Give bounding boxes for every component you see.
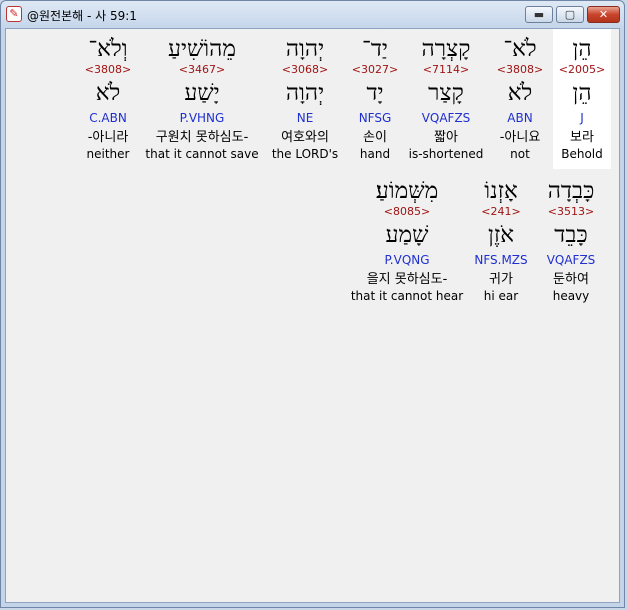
strong-number[interactable]: <3808> (78, 63, 138, 77)
parse-code: VQAFZS (546, 253, 596, 267)
word-cell-1[interactable]: הֵן <2005> הֵן J 보라 Behold (553, 29, 611, 169)
english-gloss: that it cannot save (145, 147, 259, 161)
hebrew-word: קָצְרָה (421, 36, 471, 62)
word-cell-6[interactable]: מֵהוֹשִׁיעַ <3467> יָשַׁע P.VHNG 구원치 못하심… (141, 29, 263, 169)
english-gloss: the LORD's (271, 147, 339, 161)
hebrew-lemma: קָצַר (428, 80, 464, 106)
hebrew-word: יַד־ (362, 36, 388, 62)
korean-gloss: 구원치 못하심도- (155, 130, 249, 145)
korean-gloss: -아니라 (87, 130, 129, 145)
english-gloss: heavy (552, 289, 590, 303)
strong-number[interactable]: <3068> (268, 63, 342, 77)
hebrew-word: כָּבְדָה (547, 178, 595, 204)
korean-gloss: 보라 (570, 130, 594, 145)
korean-gloss: 손이 (363, 130, 387, 145)
hebrew-word: וְלֹא־ (88, 36, 128, 62)
hebrew-word: לֹא־ (503, 36, 537, 62)
minimize-button[interactable]: ▬ (525, 6, 553, 23)
parse-code: P.VQNG (384, 253, 430, 267)
close-button[interactable]: ✕ (587, 6, 620, 23)
hebrew-lemma: יָד (366, 80, 384, 106)
word-cell-10[interactable]: מִשְּׁמוֹעַ׃ <8085> שָׁמַע P.VQNG 을지 못하심… (350, 171, 464, 311)
hebrew-word: אָזְנוֹ (484, 178, 518, 204)
hebrew-lemma: יָשַׁע (184, 80, 220, 106)
word-cell-2[interactable]: לֹא־ <3808> לֹא ABN -아니요 not (490, 29, 550, 169)
hebrew-lemma: אֹזֶן (487, 222, 515, 248)
hebrew-lemma: לֹא (507, 80, 533, 106)
hebrew-word: יְהוָה (285, 36, 325, 62)
english-gloss: hi ear (483, 289, 519, 303)
parse-code: NFS.MZS (474, 253, 528, 267)
interlinear-panel: הֵן <2005> הֵן J 보라 Behold לֹא־ <3808> ל… (5, 28, 620, 603)
window-title: @원전본해 - 사 59:1 (27, 9, 137, 23)
english-gloss: not (510, 147, 530, 161)
hebrew-lemma: כָּבֵד (554, 222, 588, 248)
strong-number[interactable]: <3808> (490, 63, 550, 77)
hebrew-word: מֵהוֹשִׁיעַ (167, 36, 237, 62)
strong-number[interactable]: <8085> (350, 205, 464, 219)
word-cell-4[interactable]: יַד־ <3027> יָד NFSG 손이 hand (349, 29, 401, 169)
parse-code: C.ABN (89, 111, 127, 125)
maximize-button[interactable]: ▢ (556, 6, 584, 23)
strong-number[interactable]: <241> (468, 205, 534, 219)
korean-gloss: 귀가 (489, 272, 513, 287)
title-bar[interactable]: ✎ @원전본해 - 사 59:1 ▬ ▢ ✕ (1, 1, 624, 28)
parse-code: P.VHNG (179, 111, 225, 125)
word-cell-7[interactable]: וְלֹא־ <3808> לֹא C.ABN -아니라 neither (78, 29, 138, 169)
hebrew-word: הֵן (572, 36, 592, 62)
english-gloss: hand (359, 147, 391, 161)
english-gloss: that it cannot hear (350, 289, 464, 303)
parse-code: J (580, 111, 584, 125)
strong-number[interactable]: <3467> (141, 63, 263, 77)
word-cell-9[interactable]: אָזְנוֹ <241> אֹזֶן NFS.MZS 귀가 hi ear (468, 171, 534, 311)
english-gloss: Behold (561, 147, 603, 161)
english-gloss: is-shortened (408, 147, 484, 161)
app-pen-icon[interactable]: ✎ (6, 6, 22, 22)
hebrew-word: מִשְּׁמוֹעַ׃ (375, 178, 439, 204)
hebrew-lemma: הֵן (572, 80, 592, 106)
parse-code: ABN (507, 111, 533, 125)
english-gloss: neither (86, 147, 130, 161)
parse-code: VQAFZS (421, 111, 471, 125)
hebrew-lemma: לֹא (95, 80, 121, 106)
korean-gloss: 을지 못하심도- (366, 272, 448, 287)
parse-code: NE (296, 111, 314, 125)
word-cell-3[interactable]: קָצְרָה <7114> קָצַר VQAFZS 짧아 is-shorte… (406, 29, 486, 169)
word-cell-8[interactable]: כָּבְדָה <3513> כָּבֵד VQAFZS 둔하여 heavy (540, 171, 602, 311)
strong-number[interactable]: <3027> (349, 63, 401, 77)
korean-gloss: -아니요 (499, 130, 541, 145)
korean-gloss: 둔하여 (553, 272, 589, 287)
korean-gloss: 여호와의 (281, 130, 329, 145)
korean-gloss: 짧아 (434, 130, 458, 145)
hebrew-lemma: יְהוָה (285, 80, 325, 106)
strong-number[interactable]: <3513> (540, 205, 602, 219)
strong-number[interactable]: <2005> (553, 63, 611, 77)
word-cell-5[interactable]: יְהוָה <3068> יְהוָה NE 여호와의 the LORD's (268, 29, 342, 169)
hebrew-lemma: שָׁמַע (385, 222, 429, 248)
parse-code: NFSG (358, 111, 392, 125)
main-window: ✎ @원전본해 - 사 59:1 ▬ ▢ ✕ הֵן <2005> הֵן J … (0, 0, 625, 608)
strong-number[interactable]: <7114> (406, 63, 486, 77)
